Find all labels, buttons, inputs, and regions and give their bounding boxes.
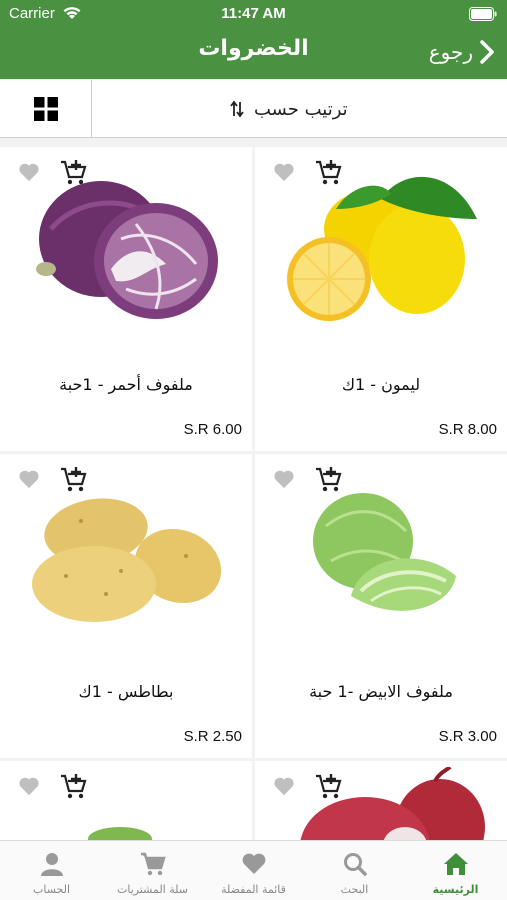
tab-label: سلة المشتريات — [117, 883, 188, 896]
product-card[interactable] — [0, 761, 252, 841]
battery-icon — [469, 7, 497, 21]
red-cabbage-image — [36, 181, 218, 319]
heart-icon — [242, 853, 266, 874]
tab-cart[interactable]: سلة المشتريات — [102, 841, 203, 900]
vegetable-image — [88, 827, 152, 841]
bottom-tab-bar: الرئيسية البحث قائمة المفضلة سلة المشتري… — [0, 840, 507, 900]
back-button[interactable]: رجوع — [429, 37, 495, 67]
tab-search[interactable]: البحث — [304, 841, 405, 900]
product-card[interactable]: بطاطس - 1ك S.R 2.50 — [0, 454, 252, 758]
sort-label: ترتيب حسب — [254, 98, 348, 120]
product-price: S.R 6.00 — [183, 421, 242, 438]
lemon-image — [287, 176, 477, 321]
product-card[interactable] — [255, 761, 507, 841]
back-label: رجوع — [428, 40, 473, 64]
app-screen: Carrier 11:47 AM الخضروات رجوع ترتيب حسب… — [0, 0, 507, 900]
tab-label: الرئيسية — [432, 883, 479, 896]
clock: 11:47 AM — [221, 5, 286, 22]
search-icon — [344, 853, 367, 876]
grid-icon — [33, 97, 58, 121]
tab-label: قائمة المفضلة — [221, 883, 286, 896]
home-icon — [444, 853, 468, 875]
potato-image — [32, 498, 222, 622]
white-cabbage-image — [313, 493, 456, 611]
product-name: ملفوف الابيض -1 حبة — [309, 682, 453, 701]
product-name: بطاطس - 1ك — [78, 682, 174, 701]
tab-label: البحث — [340, 883, 369, 896]
tab-label: الحساب — [32, 883, 71, 896]
tab-home[interactable]: الرئيسية — [405, 841, 506, 900]
heart-icon[interactable] — [18, 776, 40, 796]
add-to-cart-icon[interactable] — [60, 773, 88, 801]
product-name: ليمون - 1ك — [341, 375, 421, 394]
filter-toolbar: ترتيب حسب — [0, 80, 507, 138]
product-price: S.R 2.50 — [183, 728, 242, 745]
chevron-right-icon — [480, 40, 494, 64]
heart-icon[interactable] — [273, 776, 295, 796]
onion-image — [300, 767, 485, 841]
sort-button[interactable]: ترتيب حسب — [230, 96, 348, 122]
user-icon — [41, 853, 63, 876]
tab-account[interactable]: الحساب — [1, 841, 102, 900]
tab-favorites[interactable]: قائمة المفضلة — [203, 841, 304, 900]
product-price: S.R 3.00 — [438, 728, 497, 745]
product-card[interactable]: ملفوف أحمر - 1حبة S.R 6.00 — [0, 147, 252, 451]
cart-icon — [141, 852, 166, 876]
product-card[interactable]: ليمون - 1ك S.R 8.00 — [255, 147, 507, 451]
navigation-header: Carrier 11:47 AM الخضروات رجوع — [0, 0, 507, 79]
product-price: S.R 8.00 — [438, 421, 497, 438]
status-bar: Carrier 11:47 AM — [0, 0, 507, 28]
grid-view-toggle[interactable] — [0, 80, 92, 138]
product-card[interactable]: ملفوف الابيض -1 حبة S.R 3.00 — [255, 454, 507, 758]
product-name: ملفوف أحمر - 1حبة — [59, 375, 193, 394]
sort-arrows-icon — [230, 100, 244, 118]
